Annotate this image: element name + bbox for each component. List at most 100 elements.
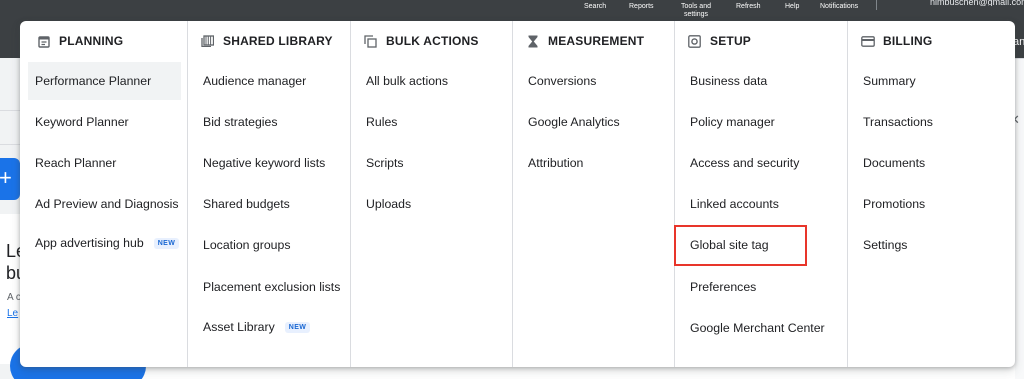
column-heading-label: SETUP (710, 34, 752, 48)
menu-item-promotions[interactable]: Promotions (856, 185, 1009, 223)
menu-item-transactions[interactable]: Transactions (856, 103, 1009, 141)
menu-item-location-groups[interactable]: Location groups (196, 226, 344, 264)
menu-item-negative-keyword-lists[interactable]: Negative keyword lists (196, 144, 344, 182)
column-heading-label: BULK ACTIONS (386, 34, 479, 48)
menu-item-keyword-planner[interactable]: Keyword Planner (28, 103, 181, 141)
menu-item-audience-manager[interactable]: Audience manager (196, 62, 344, 100)
menu-item-label: Summary (863, 74, 916, 88)
menu-item-label: Conversions (528, 74, 597, 88)
refresh-link[interactable]: Refresh (736, 3, 761, 11)
new-badge: NEW (284, 321, 311, 333)
menu-item-asset-library[interactable]: Asset Library NEW (196, 308, 344, 346)
background-text: A c (7, 292, 21, 303)
create-button[interactable]: + (0, 158, 20, 200)
search-link[interactable]: Search (584, 3, 606, 11)
menu-item-label: Business data (690, 74, 768, 88)
menu-item-summary[interactable]: Summary (856, 62, 1009, 100)
menu-item-label: All bulk actions (366, 74, 449, 88)
column-heading-label: MEASUREMENT (548, 34, 645, 48)
column-heading: SHARED LIBRARY (188, 33, 350, 49)
menu-item-label: Preferences (690, 280, 757, 294)
menu-item-label: Settings (863, 238, 908, 252)
column-billing: BILLING Summary Transactions Documents P… (847, 21, 1015, 367)
tools-menu: PLANNING Performance Planner Keyword Pla… (20, 21, 1015, 367)
menu-item-google-merchant-center[interactable]: Google Merchant Center (683, 309, 841, 347)
menu-item-label: Ad Preview and Diagnosis (35, 197, 179, 211)
highlight-box (674, 225, 807, 266)
menu-item-label: Keyword Planner (35, 115, 129, 129)
menu-item-label: Scripts (366, 156, 404, 170)
menu-item-rules[interactable]: Rules (359, 103, 506, 141)
menu-item-bid-strategies[interactable]: Bid strategies (196, 103, 344, 141)
topbar-divider (876, 0, 877, 10)
menu-item-label: Documents (863, 156, 926, 170)
menu-item-label: Asset Library (203, 320, 275, 334)
menu-item-label: Reach Planner (35, 156, 117, 170)
column-heading: BULK ACTIONS (351, 33, 512, 49)
menu-item-ad-preview-and-diagnosis[interactable]: Ad Preview and Diagnosis (28, 185, 181, 223)
menu-item-label: Placement exclusion lists (203, 280, 341, 294)
menu-item-label: Google Merchant Center (690, 321, 825, 335)
column-planning: PLANNING Performance Planner Keyword Pla… (20, 21, 187, 367)
menu-item-label: Bid strategies (203, 115, 278, 129)
hourglass-icon (525, 34, 540, 49)
menu-item-label: Google Analytics (528, 115, 620, 129)
tools-and-settings-link[interactable]: Tools and settings (679, 3, 713, 19)
copy-icon (363, 34, 378, 49)
menu-item-label: App advertising hub (35, 236, 144, 250)
divider (1015, 58, 1024, 59)
credit-card-icon (860, 34, 875, 49)
column-heading: PLANNING (20, 33, 187, 49)
menu-item-label: Transactions (863, 115, 933, 129)
menu-item-conversions[interactable]: Conversions (521, 62, 668, 100)
column-heading-label: BILLING (883, 34, 933, 48)
menu-item-access-and-security[interactable]: Access and security (683, 144, 841, 182)
menu-item-label: Rules (366, 115, 398, 129)
column-heading: SETUP (675, 33, 847, 49)
notifications-link[interactable]: Notifications (820, 3, 858, 11)
column-bulk-actions: BULK ACTIONS All bulk actions Rules Scri… (350, 21, 512, 367)
menu-item-app-advertising-hub[interactable]: App advertising hub NEW (28, 224, 181, 262)
calendar-icon (36, 34, 51, 49)
menu-item-label: Policy manager (690, 115, 775, 129)
help-link[interactable]: Help (785, 3, 799, 11)
menu-item-attribution[interactable]: Attribution (521, 144, 668, 182)
menu-item-linked-accounts[interactable]: Linked accounts (683, 185, 841, 223)
menu-item-settings[interactable]: Settings (856, 226, 1009, 264)
menu-item-placement-exclusion-lists[interactable]: Placement exclusion lists (196, 268, 344, 306)
menu-item-label: Access and security (690, 156, 800, 170)
menu-item-reach-planner[interactable]: Reach Planner (28, 144, 181, 182)
reports-link[interactable]: Reports (629, 3, 654, 11)
menu-item-label: Performance Planner (35, 74, 152, 88)
divider (0, 110, 20, 111)
menu-item-documents[interactable]: Documents (856, 144, 1009, 182)
column-heading-label: PLANNING (59, 34, 124, 48)
new-badge: NEW (153, 237, 180, 249)
background-card (0, 214, 20, 364)
background-link[interactable]: Le (7, 308, 18, 319)
column-shared-library: SHARED LIBRARY Audience manager Bid stra… (187, 21, 350, 367)
column-heading: BILLING (848, 33, 1015, 49)
column-setup: SETUP Business data Policy manager Acces… (674, 21, 847, 367)
menu-item-google-analytics[interactable]: Google Analytics (521, 103, 668, 141)
menu-item-preferences[interactable]: Preferences (683, 268, 841, 306)
column-measurement: MEASUREMENT Conversions Google Analytics… (512, 21, 674, 367)
account-email[interactable]: nimbuschen@gmail.com (930, 0, 1024, 6)
menu-item-label: Shared budgets (203, 197, 290, 211)
menu-item-uploads[interactable]: Uploads (359, 185, 506, 223)
menu-item-policy-manager[interactable]: Policy manager (683, 103, 841, 141)
menu-item-performance-planner[interactable]: Performance Planner (28, 62, 181, 100)
menu-item-label: Uploads (366, 197, 412, 211)
menu-item-all-bulk-actions[interactable]: All bulk actions (359, 62, 506, 100)
gear-icon (687, 34, 702, 49)
menu-item-label: Promotions (863, 197, 926, 211)
menu-item-label: Linked accounts (690, 197, 779, 211)
menu-item-label: Audience manager (203, 74, 307, 88)
menu-item-label: Location groups (203, 238, 291, 252)
column-heading-label: SHARED LIBRARY (223, 34, 333, 48)
menu-item-business-data[interactable]: Business data (683, 62, 841, 100)
menu-item-scripts[interactable]: Scripts (359, 144, 506, 182)
menu-item-label: Attribution (528, 156, 584, 170)
background-right-panel: ✕ (1009, 58, 1024, 379)
menu-item-shared-budgets[interactable]: Shared budgets (196, 185, 344, 223)
